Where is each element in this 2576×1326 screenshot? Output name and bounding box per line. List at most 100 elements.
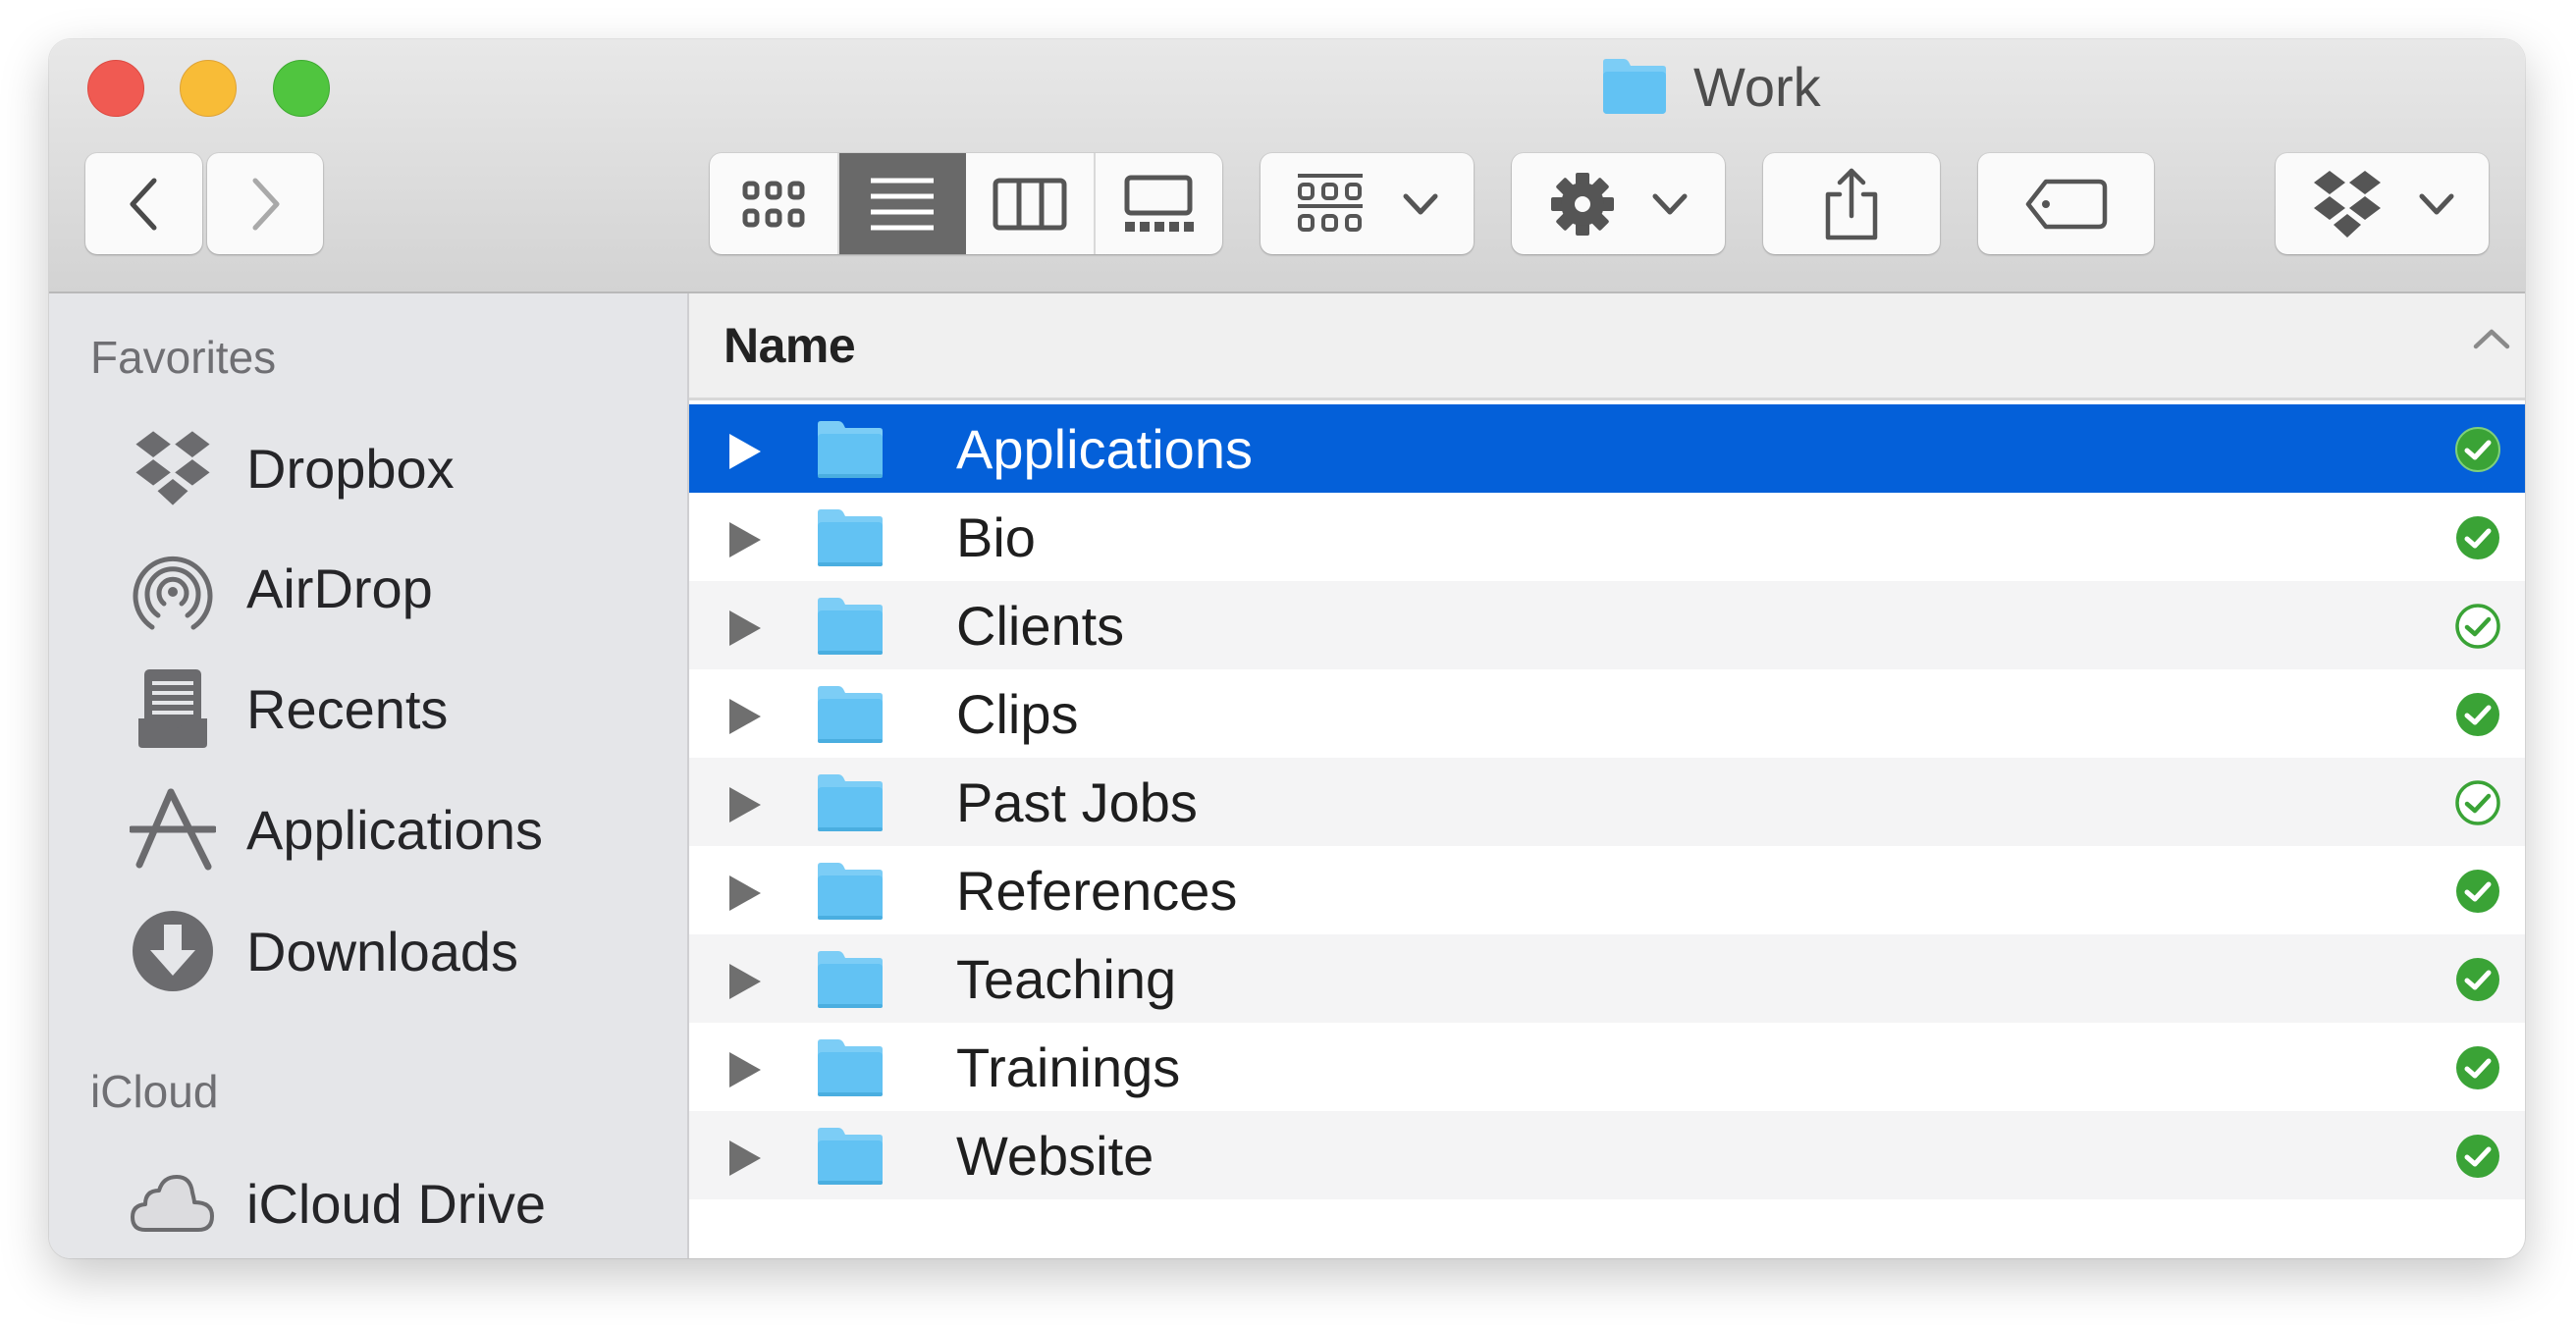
chevron-down-icon (2419, 193, 2453, 214)
disclosure-triangle-icon[interactable] (725, 609, 763, 648)
chevron-down-icon (1403, 193, 1437, 214)
file-row[interactable]: Website (689, 1111, 2525, 1199)
group-by-button[interactable] (1261, 153, 1474, 254)
sidebar-item-recents[interactable]: Recents (49, 660, 687, 758)
sidebar-item-downloads[interactable]: Downloads (49, 902, 687, 1000)
file-name: Past Jobs (956, 771, 1198, 833)
file-row[interactable]: References (689, 846, 2525, 934)
folder-icon (818, 598, 883, 655)
synced-check-icon (2456, 1046, 2499, 1089)
column-view-button[interactable] (966, 153, 1096, 254)
sidebar-item-label: Recents (246, 677, 449, 740)
dropbox-icon (128, 423, 218, 513)
column-header-name[interactable]: Name (689, 293, 2525, 400)
disclosure-triangle-icon[interactable] (725, 962, 763, 1001)
list-view-button[interactable] (838, 153, 966, 254)
disclosure-triangle-icon[interactable] (725, 785, 763, 824)
file-name: Clients (956, 595, 1125, 657)
back-button[interactable] (85, 153, 202, 254)
file-row[interactable]: Teaching (689, 934, 2525, 1023)
file-name: Applications (956, 418, 1253, 480)
sidebar-item-applications[interactable]: Applications (49, 780, 687, 878)
sidebar-item-airdrop[interactable]: AirDrop (49, 539, 687, 637)
columns-icon (993, 178, 1067, 230)
disclosure-triangle-icon[interactable] (725, 697, 763, 736)
list-icon (871, 178, 935, 230)
gallery-icon (1124, 175, 1195, 232)
icon-view-button[interactable] (710, 153, 839, 254)
synced-check-icon (2456, 1135, 2499, 1178)
sidebar-item-label: Applications (246, 798, 543, 861)
folder-icon (818, 774, 883, 831)
window-title-text: Work (1693, 55, 1821, 118)
share-button[interactable] (1763, 153, 1940, 254)
sort-ascending-icon[interactable] (2472, 327, 2511, 350)
synced-check-icon (2456, 516, 2499, 559)
sidebar-item-label: Dropbox (246, 437, 455, 500)
disclosure-triangle-icon[interactable] (725, 1050, 763, 1089)
tag-icon (2025, 179, 2107, 229)
disclosure-triangle-icon[interactable] (725, 1139, 763, 1178)
finder-window: Work Favorites Dropbox AirDrop Recents A… (49, 39, 2525, 1258)
synced-check-icon (2456, 870, 2499, 913)
file-row[interactable]: Bio (689, 493, 2525, 581)
folder-icon (818, 1128, 883, 1185)
downloads-icon (128, 906, 218, 996)
file-list: Name Applications Bio Clients Clips Past… (689, 293, 2525, 1258)
file-row[interactable]: Clips (689, 669, 2525, 758)
file-row[interactable]: Past Jobs (689, 758, 2525, 846)
folder-icon (1603, 59, 1666, 114)
chevron-left-icon (130, 178, 156, 230)
disclosure-triangle-icon[interactable] (725, 520, 763, 559)
online-only-check-icon (2455, 604, 2500, 649)
chevron-down-icon (1652, 193, 1687, 214)
sidebar-item-icloud-drive[interactable]: iCloud Drive (49, 1154, 687, 1252)
sidebar-section-icloud: iCloud (90, 1066, 219, 1117)
minimize-button[interactable] (180, 60, 237, 117)
sidebar-item-dropbox[interactable]: Dropbox (49, 419, 687, 517)
folder-icon (818, 686, 883, 743)
disclosure-triangle-icon[interactable] (725, 874, 763, 913)
folder-icon (818, 863, 883, 920)
grid-icon (742, 181, 805, 227)
sidebar: Favorites Dropbox AirDrop Recents Applic… (49, 293, 689, 1258)
synced-check-icon (2456, 693, 2499, 736)
file-rows: Applications Bio Clients Clips Past Jobs… (689, 404, 2525, 1199)
synced-check-icon (2456, 958, 2499, 1001)
column-header-label: Name (724, 318, 856, 373)
dropbox-icon (2313, 170, 2381, 238)
recents-icon (128, 663, 218, 754)
tag-button[interactable] (1978, 153, 2154, 254)
dropbox-button[interactable] (2276, 153, 2489, 254)
file-row[interactable]: Clients (689, 581, 2525, 669)
online-only-check-icon (2455, 780, 2500, 825)
cloud-icon (128, 1158, 218, 1248)
folder-icon (818, 1039, 883, 1096)
share-icon (1825, 168, 1878, 239)
window-title: Work (1600, 55, 1821, 118)
folder-icon (818, 509, 883, 566)
chevron-right-icon (252, 178, 280, 230)
group-by-icon (1297, 173, 1363, 232)
sidebar-item-label: AirDrop (246, 557, 433, 619)
file-name: Bio (956, 506, 1036, 568)
synced-check-icon (2455, 427, 2500, 472)
sidebar-item-label: Downloads (246, 920, 519, 982)
applications-icon (128, 784, 218, 875)
file-name: Trainings (956, 1036, 1181, 1098)
sidebar-section-favorites: Favorites (90, 332, 277, 383)
gear-icon (1550, 172, 1614, 236)
file-row[interactable]: Trainings (689, 1023, 2525, 1111)
disclosure-triangle-icon[interactable] (725, 432, 763, 471)
forward-button[interactable] (207, 153, 323, 254)
sidebar-item-label: iCloud Drive (246, 1172, 546, 1235)
toolbar: Work (49, 39, 2525, 293)
gallery-view-button[interactable] (1096, 153, 1223, 254)
action-button[interactable] (1512, 153, 1725, 254)
view-mode-control (710, 153, 1222, 254)
file-row[interactable]: Applications (689, 404, 2525, 493)
file-name: Clips (956, 683, 1079, 745)
folder-icon (818, 421, 883, 478)
zoom-button[interactable] (273, 60, 330, 117)
close-button[interactable] (87, 60, 144, 117)
